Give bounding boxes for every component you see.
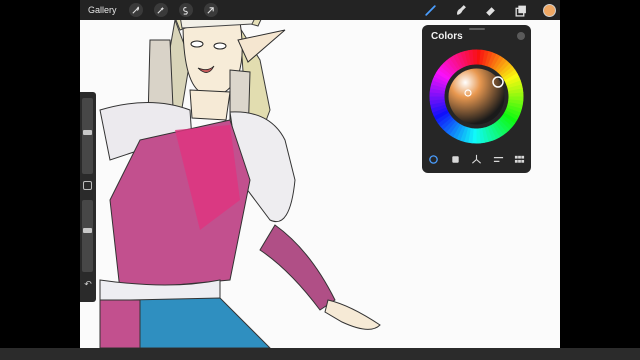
wrench-icon[interactable]: [128, 3, 143, 17]
brush-size-thumb[interactable]: [83, 129, 92, 135]
layers-icon[interactable]: [513, 3, 527, 17]
color-disc[interactable]: [426, 46, 527, 147]
panel-grabber[interactable]: [469, 28, 485, 30]
opacity-thumb[interactable]: [83, 228, 92, 234]
left-sidebar: ↶: [80, 92, 96, 302]
eraser-icon[interactable]: [483, 3, 497, 17]
magic-wand-icon[interactable]: [153, 3, 168, 17]
close-icon[interactable]: [517, 32, 525, 40]
smudge-icon[interactable]: [453, 3, 467, 17]
brush-size-slider[interactable]: [82, 98, 93, 174]
opacity-slider[interactable]: [82, 200, 93, 272]
transform-arrow-icon[interactable]: [203, 3, 218, 17]
harmony-tab-icon[interactable]: [470, 153, 482, 165]
panel-title: Colors: [431, 31, 463, 42]
undo-icon[interactable]: ↶: [82, 278, 94, 290]
current-color-swatch[interactable]: [543, 3, 556, 17]
classic-tab-icon[interactable]: [449, 153, 461, 165]
disc-tab-icon[interactable]: [427, 153, 439, 165]
colors-panel: Colors: [422, 25, 531, 173]
palettes-tab-icon[interactable]: [513, 153, 525, 165]
bottom-bar: [0, 348, 640, 360]
selection-icon[interactable]: [178, 3, 193, 17]
value-tab-icon[interactable]: [492, 153, 504, 165]
tool-group: [407, 0, 556, 20]
modify-button[interactable]: [83, 181, 92, 190]
gallery-button[interactable]: Gallery: [88, 5, 117, 15]
top-toolbar: Gallery: [80, 0, 560, 20]
brush-icon[interactable]: [423, 3, 437, 17]
colors-tabs: [422, 153, 531, 167]
